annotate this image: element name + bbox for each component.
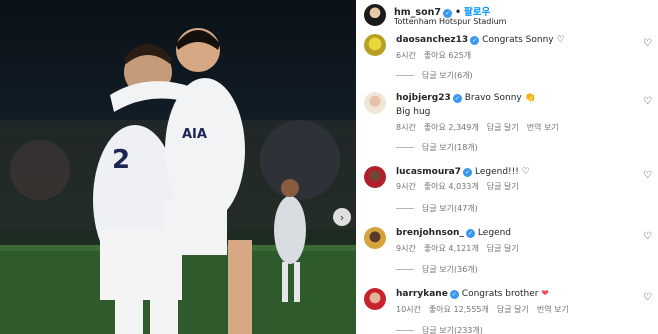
shirt-number: 2 xyxy=(112,145,130,175)
view-replies-button[interactable]: 답글 보기(6개) xyxy=(396,70,473,81)
verified-badge-icon: ✓ xyxy=(465,229,475,238)
avatar[interactable] xyxy=(364,227,386,249)
red-heart-emoji: ❤ xyxy=(541,289,549,299)
comment-username[interactable]: daosanchez13 xyxy=(396,35,468,45)
comment-text: Congrats brother xyxy=(461,289,539,299)
comment-text: Legend xyxy=(477,228,511,238)
avatar[interactable] xyxy=(364,34,386,56)
verified-badge-icon: ✓ xyxy=(452,94,462,103)
verified-badge-icon: ✓ xyxy=(449,290,459,299)
celebration-photo: AIA 2 xyxy=(0,28,356,334)
comment-likes[interactable]: 좋아요 2,349개 xyxy=(424,123,479,132)
comment-text: Congrats Sonny xyxy=(482,35,554,45)
clapping-hands-emoji: 👏 xyxy=(524,93,536,103)
comment-likes[interactable]: 좋아요 4,033개 xyxy=(424,182,479,191)
reply-button[interactable]: 답글 달기 xyxy=(487,182,519,191)
chevron-right-icon: › xyxy=(339,210,345,224)
comment-time: 10시간 xyxy=(396,305,421,314)
comments-panel: hm_son7 ✓ • 팔로우 Tottenham Hotspur Stadium d… xyxy=(356,0,658,334)
heart-outline-icon: ♡ xyxy=(521,167,530,177)
post-photo: AIA 2 › xyxy=(0,0,356,334)
reply-button[interactable]: 답글 달기 xyxy=(497,305,529,314)
comment-likes[interactable]: 좋아요 12,555개 xyxy=(429,305,489,314)
avatar[interactable] xyxy=(364,92,386,114)
view-replies-button[interactable]: 답글 보기(47개) xyxy=(396,203,478,214)
avatar[interactable] xyxy=(364,288,386,310)
like-comment-button[interactable]: ♡ xyxy=(643,96,652,107)
like-comment-button[interactable]: ♡ xyxy=(643,38,652,49)
next-photo-button[interactable]: › xyxy=(333,208,351,226)
comment-text: Bravo Sonny xyxy=(464,93,522,103)
comment-likes[interactable]: 좋아요 4,121개 xyxy=(424,244,479,253)
comment-text: Legend!!! xyxy=(475,167,519,177)
comment-time: 9시간 xyxy=(396,182,416,191)
comment-time: 8시간 xyxy=(396,123,416,132)
view-replies-button[interactable]: 답글 보기(233개) xyxy=(396,325,483,334)
shirt-sponsor: AIA xyxy=(182,127,207,142)
like-comment-button[interactable]: ♡ xyxy=(643,292,652,303)
comment-username[interactable]: hojbjerg23 xyxy=(396,93,451,103)
comment-username[interactable]: brenjohnson_ xyxy=(396,228,464,238)
like-comment-button[interactable]: ♡ xyxy=(643,170,652,181)
heart-outline-icon: ♡ xyxy=(556,35,565,45)
comment-time: 6시간 xyxy=(396,51,416,60)
reply-button[interactable]: 답글 달기 xyxy=(487,244,519,253)
avatar[interactable] xyxy=(364,4,386,26)
reply-button[interactable]: 답글 달기 xyxy=(487,123,519,132)
comment-text-line2: Big hug xyxy=(396,107,431,117)
post-location[interactable]: Tottenham Hotspur Stadium xyxy=(394,17,506,26)
comment-username[interactable]: harrykane xyxy=(396,289,448,299)
verified-badge-icon: ✓ xyxy=(463,168,472,177)
translate-button[interactable]: 번역 보기 xyxy=(527,123,559,132)
verified-badge-icon: ✓ xyxy=(470,36,480,45)
post-header: hm_son7 ✓ • 팔로우 Tottenham Hotspur Stadium xyxy=(356,0,658,32)
comment-username[interactable]: lucasmoura7 xyxy=(396,167,461,177)
comment-likes[interactable]: 좋아요 625개 xyxy=(424,51,471,60)
like-comment-button[interactable]: ♡ xyxy=(643,231,652,242)
translate-button[interactable]: 번역 보기 xyxy=(537,305,569,314)
avatar[interactable] xyxy=(364,166,386,188)
comment-time: 9시간 xyxy=(396,244,416,253)
view-replies-button[interactable]: 답글 보기(36개) xyxy=(396,264,478,275)
view-replies-button[interactable]: 답글 보기(18개) xyxy=(396,142,478,153)
